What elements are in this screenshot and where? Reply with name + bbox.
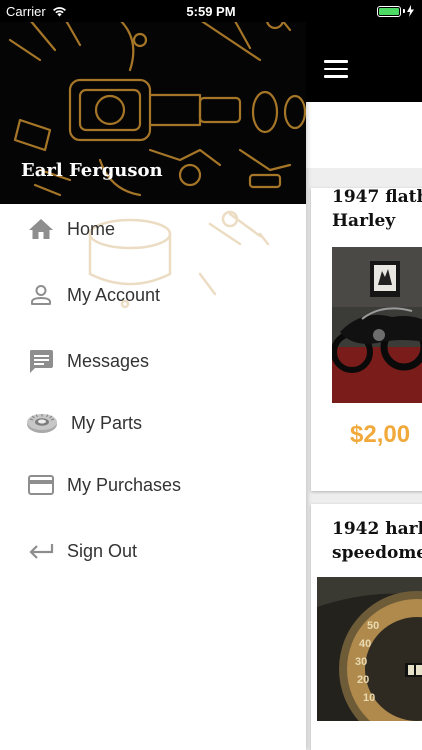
app-top-bar (306, 22, 422, 102)
person-icon (27, 281, 55, 309)
search-area (306, 102, 422, 168)
listing-card[interactable]: 1942 harle speedomet 50 40 30 20 10 (311, 504, 422, 750)
listing-price: $2,00 (350, 421, 411, 448)
listing-title: 1947 flathe Harley (332, 188, 422, 231)
menu-item-my-account[interactable]: My Account (0, 267, 306, 323)
charging-bolt-icon (407, 5, 414, 17)
home-icon (27, 215, 55, 243)
side-drawer: Earl Ferguson Home My Account Messages M… (0, 0, 306, 750)
drawer-header: Earl Ferguson (0, 0, 306, 204)
sign-out-arrow-icon (27, 537, 55, 565)
menu-item-label: Home (67, 218, 116, 239)
svg-text:40: 40 (359, 638, 371, 650)
menu-item-my-parts[interactable]: My Parts (0, 395, 306, 451)
listing-card[interactable]: 1947 flathe Harley $2,00 (311, 188, 422, 491)
battery-icon (377, 5, 414, 17)
menu-item-sign-out[interactable]: Sign Out (0, 523, 306, 579)
battery-level (379, 7, 399, 15)
listing-photo (332, 247, 422, 403)
menu-item-my-purchases[interactable]: My Purchases (0, 457, 306, 513)
svg-text:20: 20 (357, 674, 369, 686)
menu-item-messages[interactable]: Messages (0, 333, 306, 389)
gear-part-icon (25, 409, 59, 437)
menu-item-label: My Parts (71, 412, 143, 433)
user-name: Earl Ferguson (21, 160, 163, 181)
status-bar: Carrier 5:59 PM (0, 0, 422, 22)
credit-card-icon (27, 471, 55, 499)
menu-item-label: Sign Out (67, 540, 138, 561)
menu-item-label: My Purchases (67, 474, 182, 495)
menu-hamburger-icon[interactable] (324, 60, 348, 78)
svg-text:10: 10 (363, 692, 375, 704)
message-icon (27, 347, 55, 375)
menu-item-label: Messages (67, 350, 150, 371)
listing-photo: 50 40 30 20 10 (317, 577, 422, 721)
menu-item-label: My Account (67, 284, 161, 305)
menu-item-home[interactable]: Home (0, 201, 306, 257)
svg-text:50: 50 (367, 620, 379, 632)
listing-title: 1942 harle speedomet (332, 519, 422, 563)
status-time: 5:59 PM (186, 4, 236, 19)
svg-text:30: 30 (355, 656, 367, 668)
